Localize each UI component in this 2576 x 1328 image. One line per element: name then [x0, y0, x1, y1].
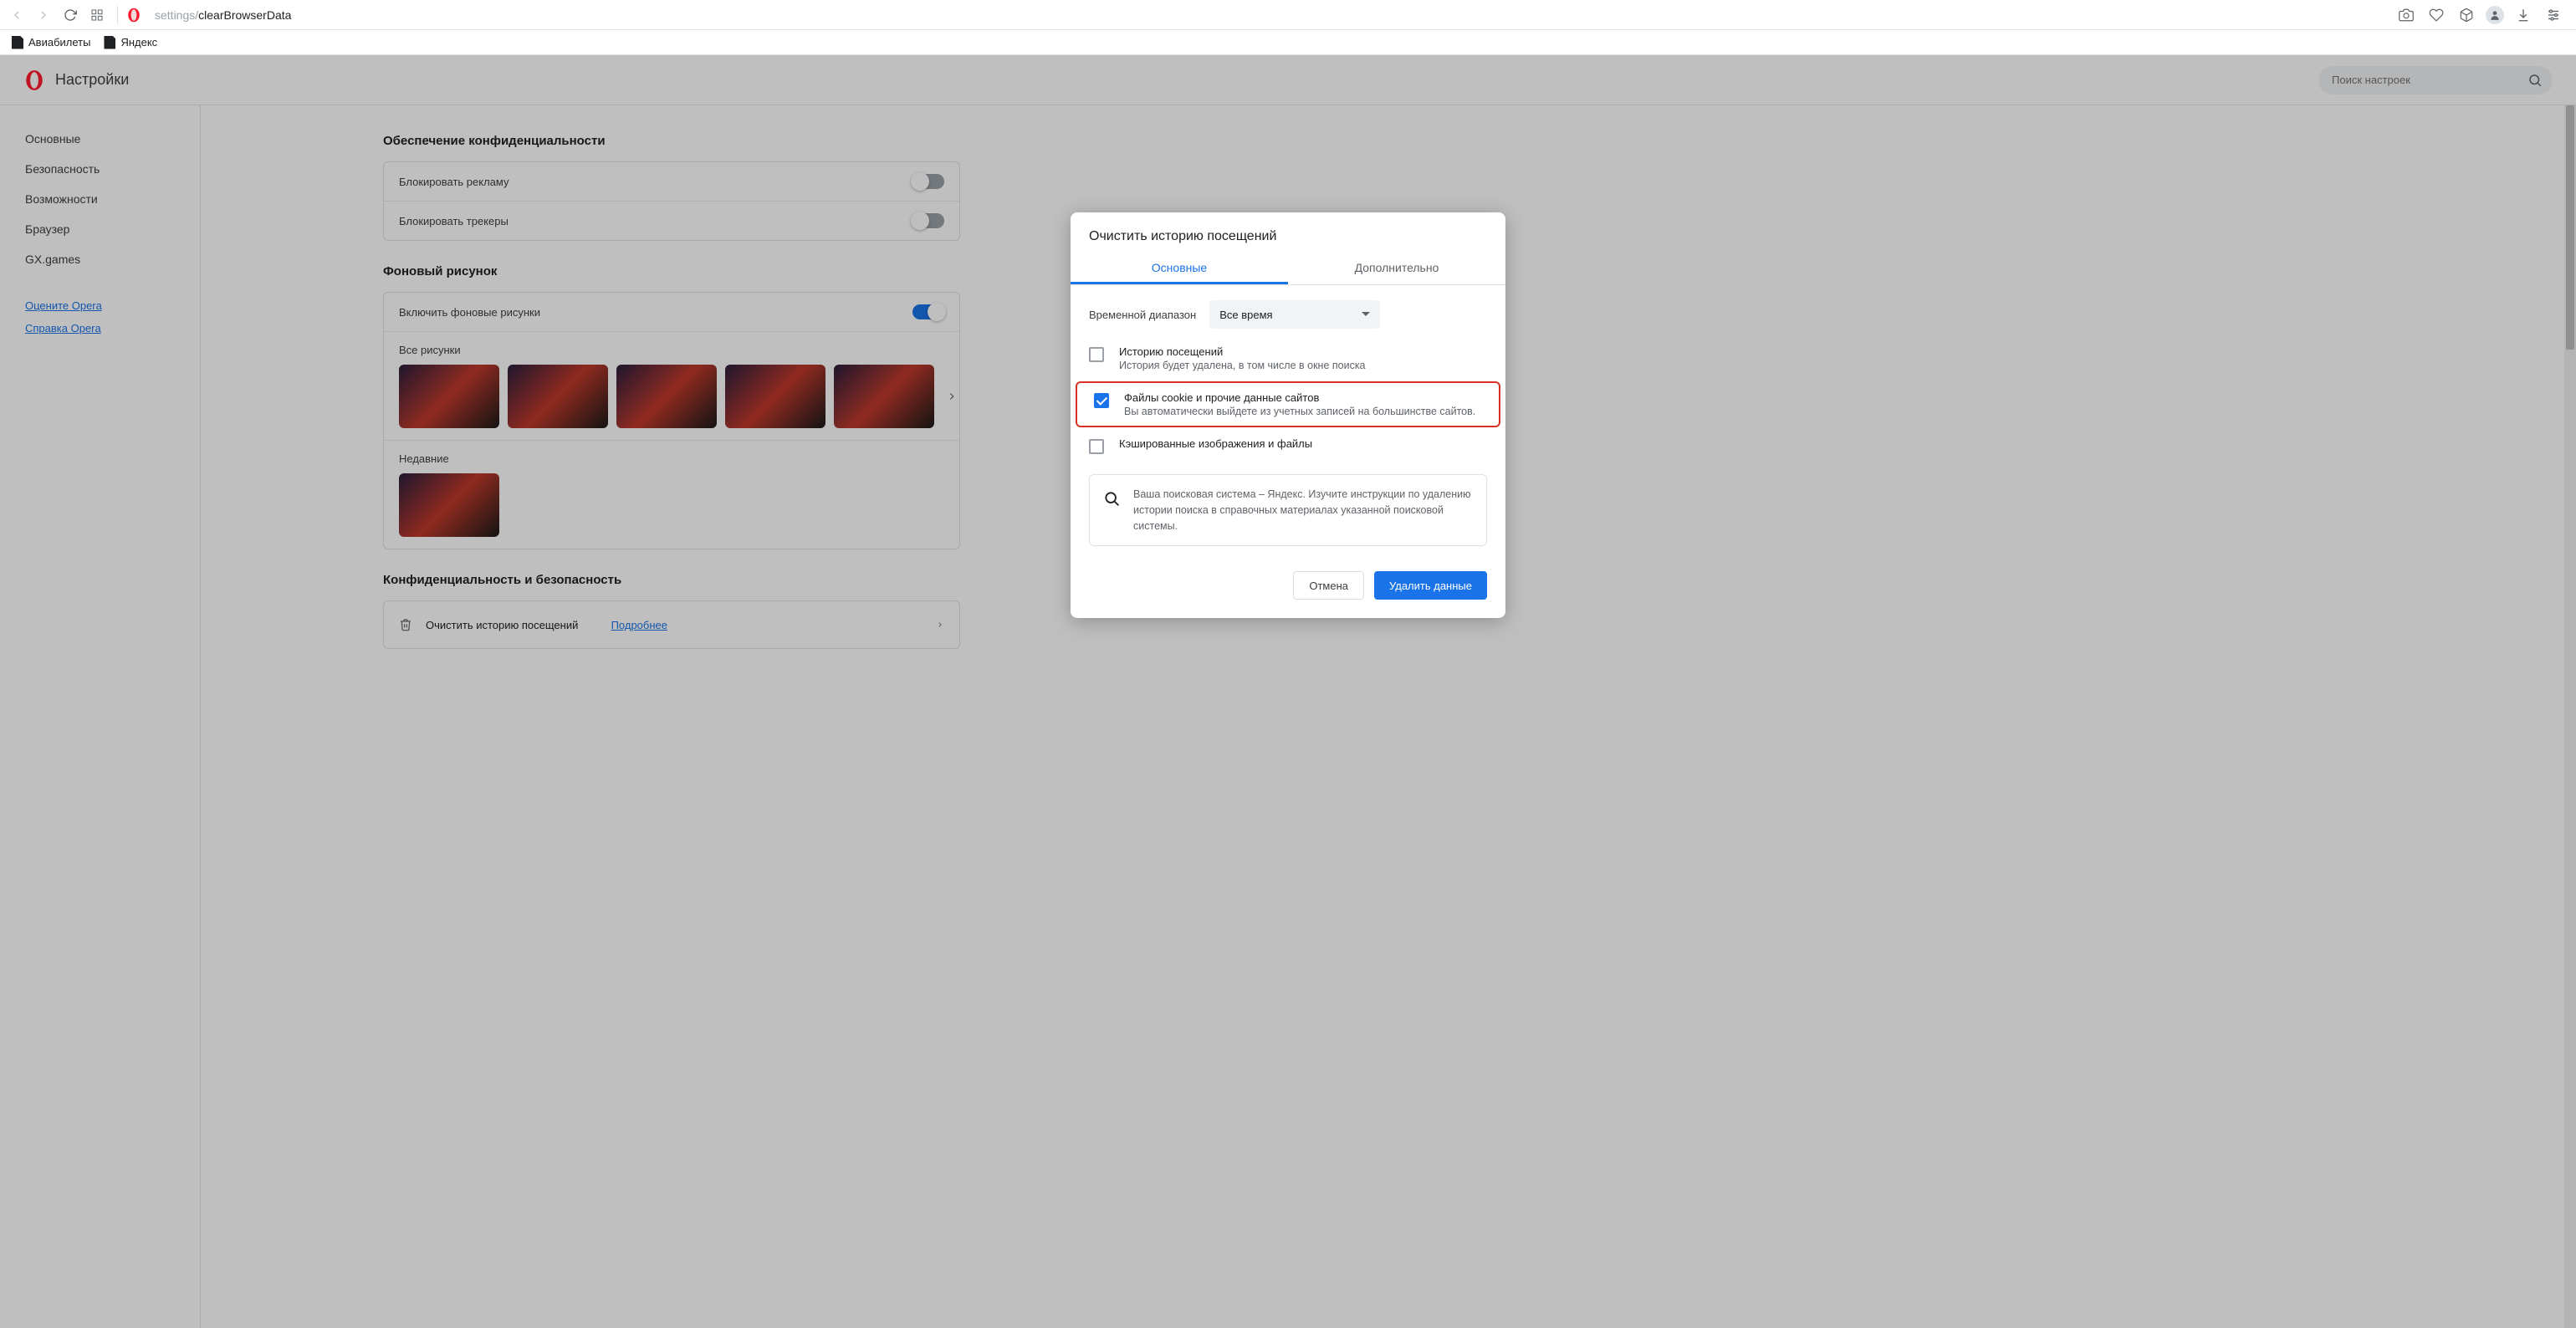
address-bar[interactable]: settings/clearBrowserData [151, 8, 2392, 22]
opera-logo-icon [126, 8, 141, 23]
check-cookies-checkbox[interactable] [1094, 393, 1109, 408]
time-range-row: Временной диапазон Все время [1071, 285, 1505, 337]
toolbar-separator [117, 6, 118, 24]
time-range-value: Все время [1219, 309, 1272, 321]
check-cache-row[interactable]: Кэшированные изображения и файлы [1071, 429, 1505, 462]
file-icon [104, 36, 115, 49]
nav-back-button[interactable] [5, 3, 28, 27]
reload-button[interactable] [59, 3, 82, 27]
tab-indicator [1071, 282, 1288, 284]
bookmark-label: Авиабилеты [28, 36, 90, 49]
downloads-icon[interactable] [2512, 4, 2534, 26]
bookmark-item[interactable]: Яндекс [104, 36, 157, 49]
check-cookies-title: Файлы cookie и прочие данные сайтов [1124, 391, 1475, 404]
check-cookies-row[interactable]: Файлы cookie и прочие данные сайтов Вы а… [1076, 381, 1500, 427]
tab-advanced[interactable]: Дополнительно [1288, 251, 1505, 284]
check-cache-title: Кэшированные изображения и файлы [1119, 437, 1312, 450]
search-engine-info: Ваша поисковая система – Яндекс. Изучите… [1089, 474, 1487, 546]
cancel-button[interactable]: Отмена [1293, 571, 1364, 600]
easy-setup-icon[interactable] [2543, 4, 2564, 26]
check-history-title: Историю посещений [1119, 345, 1366, 358]
toolbar-right-icons [2395, 4, 2571, 26]
check-cache-checkbox[interactable] [1089, 439, 1104, 454]
tab-basic[interactable]: Основные [1071, 251, 1288, 284]
modal-tabs: Основные Дополнительно [1071, 251, 1505, 284]
extensions-button[interactable] [85, 3, 109, 27]
chevron-down-icon [1362, 312, 1370, 320]
cube-icon[interactable] [2456, 4, 2477, 26]
time-range-select[interactable]: Все время [1209, 300, 1380, 329]
modal-actions: Отмена Удалить данные [1071, 553, 1505, 618]
check-history-sub: История будет удалена, в том числе в окн… [1119, 360, 1366, 371]
url-prefix: settings/ [155, 8, 198, 22]
check-history-checkbox[interactable] [1089, 347, 1104, 362]
check-cookies-sub: Вы автоматически выйдете из учетных запи… [1124, 406, 1475, 417]
settings-page: Настройки Основные Безопасность Возможно… [0, 55, 2576, 1328]
modal-title: Очистить историю посещений [1071, 212, 1505, 251]
bookmark-label: Яндекс [120, 36, 157, 49]
confirm-delete-button[interactable]: Удалить данные [1374, 571, 1487, 600]
bookmarks-bar: Авиабилеты Яндекс [0, 30, 2576, 55]
url-path: clearBrowserData [198, 8, 291, 22]
file-icon [12, 36, 23, 49]
check-history-row[interactable]: Историю посещений История будет удалена,… [1071, 337, 1505, 380]
browser-toolbar: settings/clearBrowserData [0, 0, 2576, 30]
search-engine-info-text: Ваша поисковая система – Яндекс. Изучите… [1133, 487, 1473, 534]
bookmark-item[interactable]: Авиабилеты [12, 36, 90, 49]
nav-forward-button[interactable] [32, 3, 55, 27]
snapshot-icon[interactable] [2395, 4, 2417, 26]
search-icon [1103, 490, 1120, 507]
clear-data-modal: Очистить историю посещений Основные Допо… [1071, 212, 1505, 618]
profile-avatar[interactable] [2486, 6, 2504, 24]
time-range-label: Временной диапазон [1089, 309, 1196, 321]
heart-icon[interactable] [2425, 4, 2447, 26]
